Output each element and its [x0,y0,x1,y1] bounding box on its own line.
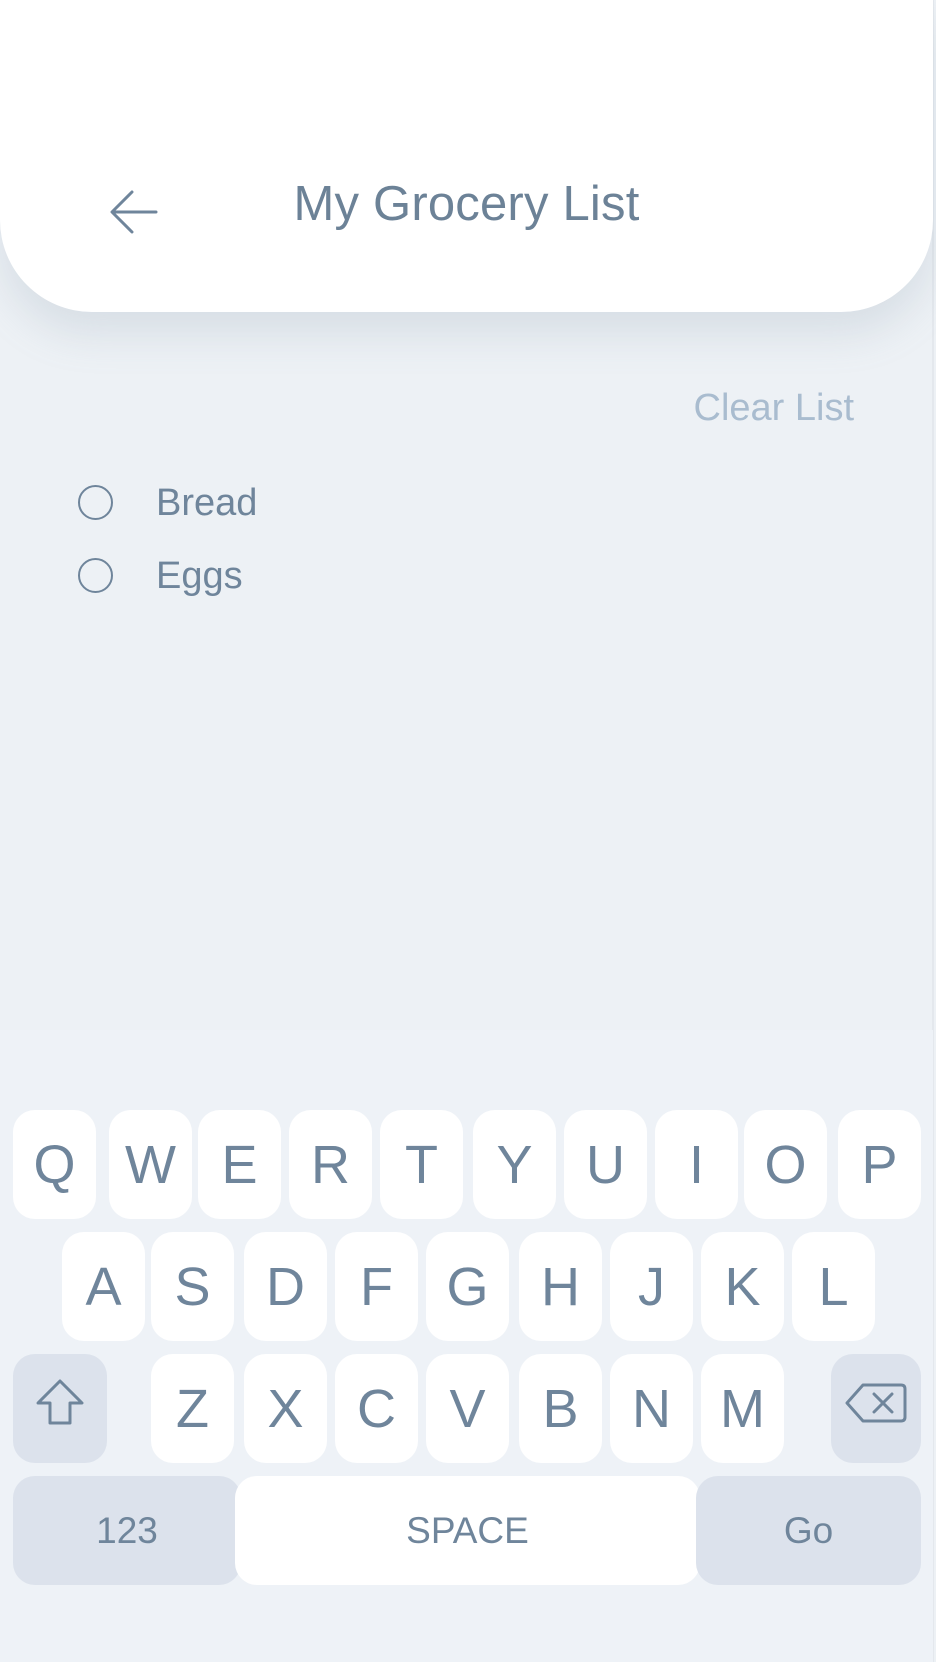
radio-unchecked-icon[interactable] [78,485,113,520]
grocery-list: Bread Eggs [78,466,778,612]
key-j[interactable]: J [610,1232,693,1341]
key-e[interactable]: E [198,1110,281,1219]
key-p[interactable]: P [838,1110,921,1219]
list-item[interactable]: Eggs [78,539,778,612]
key-t[interactable]: T [380,1110,463,1219]
numbers-key[interactable]: 123 [13,1476,241,1585]
shift-icon [34,1377,86,1440]
key-z[interactable]: Z [151,1354,234,1463]
space-key[interactable]: SPACE [235,1476,700,1585]
key-k[interactable]: K [701,1232,784,1341]
list-item-label: Eggs [156,554,243,597]
key-f[interactable]: F [335,1232,418,1341]
list-item-label: Bread [156,481,258,524]
key-c[interactable]: C [335,1354,418,1463]
key-o[interactable]: O [744,1110,827,1219]
key-b[interactable]: B [519,1354,602,1463]
key-u[interactable]: U [564,1110,647,1219]
key-v[interactable]: V [426,1354,509,1463]
key-d[interactable]: D [244,1232,327,1341]
key-n[interactable]: N [610,1354,693,1463]
key-a[interactable]: A [62,1232,145,1341]
key-x[interactable]: X [244,1354,327,1463]
app-frame: My Grocery List Clear List Bread Eggs Q … [0,0,934,1662]
key-i[interactable]: I [655,1110,738,1219]
key-m[interactable]: M [701,1354,784,1463]
clear-list-button[interactable]: Clear List [694,384,855,432]
key-q[interactable]: Q [13,1110,96,1219]
list-item[interactable]: Bread [78,466,778,539]
key-y[interactable]: Y [473,1110,556,1219]
key-g[interactable]: G [426,1232,509,1341]
key-h[interactable]: H [519,1232,602,1341]
header: My Grocery List [0,0,933,312]
backspace-icon [843,1378,909,1440]
page-title: My Grocery List [293,177,640,231]
shift-key[interactable] [13,1354,107,1463]
go-key[interactable]: Go [696,1476,921,1585]
key-s[interactable]: S [151,1232,234,1341]
key-r[interactable]: R [289,1110,372,1219]
key-w[interactable]: W [109,1110,192,1219]
backspace-key[interactable] [831,1354,921,1463]
keyboard: Q W E R T Y U I O P A S D F G H J K L Z … [0,1030,933,1662]
key-l[interactable]: L [792,1232,875,1341]
radio-unchecked-icon[interactable] [78,558,113,593]
